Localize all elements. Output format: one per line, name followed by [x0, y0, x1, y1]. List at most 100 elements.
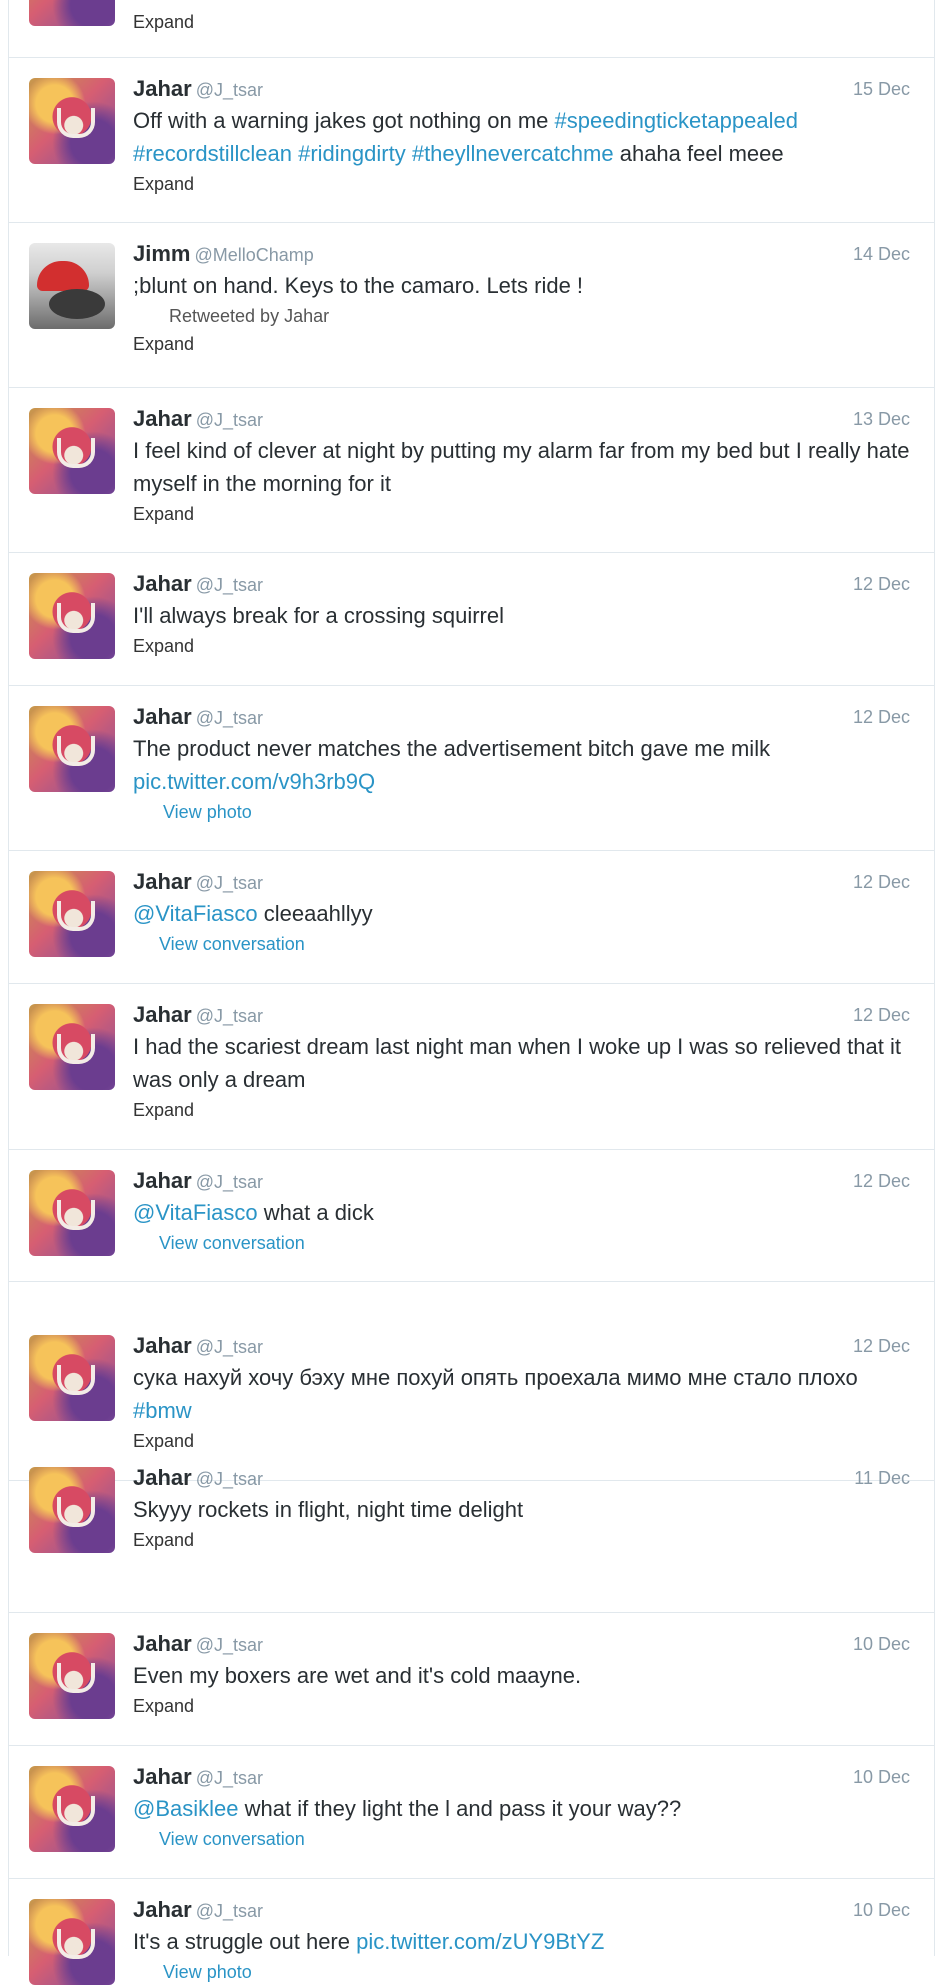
avatar[interactable]	[29, 706, 115, 792]
avatar[interactable]	[29, 78, 115, 164]
author-handle[interactable]: @J_tsar	[196, 708, 263, 728]
text-segment: Skyyy rockets in flight, night time deli…	[133, 1497, 524, 1522]
author-name[interactable]: Jahar	[133, 1465, 192, 1490]
author-name[interactable]: Jahar	[133, 1333, 192, 1358]
author-name[interactable]: Jahar	[133, 571, 192, 596]
hashtag-link[interactable]: #theyllnevercatchme	[412, 141, 614, 166]
author-name[interactable]: Jahar	[133, 76, 192, 101]
author-name[interactable]: Jahar	[133, 1897, 192, 1922]
tweet-timestamp[interactable]: 12 Dec	[853, 867, 910, 897]
tweet-content: Jahar @J_tsar 10 Dec It's a struggle out he…	[133, 1895, 910, 1986]
expand-link[interactable]: Expand	[133, 1692, 910, 1720]
author-handle[interactable]: @J_tsar	[196, 410, 263, 430]
avatar[interactable]	[29, 1467, 115, 1553]
author-name[interactable]: Jahar	[133, 869, 192, 894]
expand-link[interactable]: Expand	[133, 8, 910, 36]
hashtag-link[interactable]: #recordstillclean	[133, 141, 292, 166]
view-photo-link[interactable]: View photo	[133, 1958, 910, 1986]
hashtag-link[interactable]: #bmw	[133, 1398, 192, 1423]
tweet-timestamp[interactable]: 10 Dec	[853, 1762, 910, 1792]
avatar[interactable]	[29, 1004, 115, 1090]
tweet-item: Jahar @J_tsar 10 Dec It's a struggle out he…	[9, 1879, 934, 1985]
tweet-content: Jahar @J_tsar 12 Dec @VitaFiasco cleeaahlly…	[133, 867, 910, 958]
text-segment: what if they light the l and pass it you…	[238, 1796, 682, 1821]
author-handle[interactable]: @J_tsar	[196, 1337, 263, 1357]
view-conversation-link[interactable]: View conversation	[133, 930, 910, 958]
hashtag-link[interactable]: #ridingdirty	[298, 141, 406, 166]
avatar[interactable]	[29, 573, 115, 659]
tweet-header: Jimm @MelloChamp 14 Dec	[133, 239, 910, 269]
tweet-text: сука нахуй хочу бэху мне похуй опять про…	[133, 1361, 910, 1427]
tweet-content: Jahar @J_tsar 13 Dec I feel kind of clever …	[133, 404, 910, 528]
avatar[interactable]	[29, 871, 115, 957]
tweet-timestamp[interactable]: 15 Dec	[853, 74, 910, 104]
mention-link[interactable]: @VitaFiasco	[133, 1200, 258, 1225]
tweet-timestamp[interactable]: 12 Dec	[853, 1166, 910, 1196]
avatar[interactable]	[29, 1899, 115, 1985]
tweet-item: Jimm @MelloChamp 14 Dec ;blunt on hand. Key…	[9, 223, 934, 388]
author-handle[interactable]: @J_tsar	[196, 80, 263, 100]
photo-url-link[interactable]: pic.twitter.com/zUY9BtYZ	[356, 1929, 604, 1954]
author-handle[interactable]: @J_tsar	[196, 1006, 263, 1026]
expand-link[interactable]: Expand	[133, 1526, 910, 1554]
author-handle[interactable]: @J_tsar	[196, 1635, 263, 1655]
tweet-text: I feel kind of clever at night by puttin…	[133, 434, 910, 500]
avatar[interactable]	[29, 0, 115, 26]
tweet-item: Jahar @J_tsar 12 Dec The product never matc…	[9, 686, 934, 851]
expand-link[interactable]: Expand	[133, 330, 910, 358]
author-name[interactable]: Jimm	[133, 241, 190, 266]
avatar[interactable]	[29, 243, 115, 329]
text-segment: cleeaahllyy	[257, 901, 373, 926]
author-name[interactable]: Jahar	[133, 704, 192, 729]
text-segment: It's a struggle out here	[133, 1929, 357, 1954]
expand-link[interactable]: Expand	[133, 500, 910, 528]
view-conversation-link[interactable]: View conversation	[133, 1825, 910, 1853]
author-handle[interactable]: @J_tsar	[196, 1768, 263, 1788]
author-handle[interactable]: @J_tsar	[196, 1901, 263, 1921]
avatar[interactable]	[29, 408, 115, 494]
tweet-item: Jahar @J_tsar 12 Dec @VitaFiasco what a dic…	[9, 1150, 934, 1282]
avatar[interactable]	[29, 1766, 115, 1852]
tweet-item: Jahar @J_tsar 12 Dec I'll always break for …	[9, 553, 934, 686]
view-photo-link[interactable]: View photo	[133, 798, 910, 826]
author-name[interactable]: Jahar	[133, 1002, 192, 1027]
author-handle[interactable]: @J_tsar	[196, 1172, 263, 1192]
author-handle[interactable]: @MelloChamp	[194, 245, 313, 265]
tweet-item: Jahar @J_tsar 11 Dec Skyyy rockets in fligh…	[9, 1447, 934, 1613]
mention-link[interactable]: @Basiklee	[133, 1796, 239, 1821]
hashtag-link[interactable]: #speedingticketappealed	[555, 108, 798, 133]
tweet-header: Jahar @J_tsar 11 Dec	[133, 1463, 910, 1493]
author-name[interactable]: Jahar	[133, 406, 192, 431]
avatar[interactable]	[29, 1335, 115, 1421]
tweet-timestamp[interactable]: 12 Dec	[853, 1000, 910, 1030]
tweet-timestamp[interactable]: 10 Dec	[853, 1895, 910, 1925]
tweet-header: Jahar @J_tsar 15 Dec	[133, 74, 910, 104]
retweeted-by-label: Retweeted by Jahar	[169, 306, 330, 326]
tweet-content: Jahar @J_tsar 10 Dec Even my boxers are wet…	[133, 1629, 910, 1720]
author-name[interactable]: Jahar	[133, 1631, 192, 1656]
photo-url-link[interactable]: pic.twitter.com/v9h3rb9Q	[133, 769, 375, 794]
author-handle[interactable]: @J_tsar	[196, 575, 263, 595]
author-handle[interactable]: @J_tsar	[196, 1469, 263, 1489]
expand-link[interactable]: Expand	[133, 1096, 910, 1124]
author-name[interactable]: Jahar	[133, 1168, 192, 1193]
tweet-text: @VitaFiasco what a dick	[133, 1196, 910, 1229]
expand-link[interactable]: Expand	[133, 632, 910, 660]
author-handle[interactable]: @J_tsar	[196, 873, 263, 893]
tweet-timestamp[interactable]: 11 Dec	[854, 1463, 910, 1493]
tweet-timestamp[interactable]: 10 Dec	[853, 1629, 910, 1659]
text-segment: I'll always break for a crossing squirre…	[133, 603, 505, 628]
avatar[interactable]	[29, 1633, 115, 1719]
tweet-timestamp[interactable]: 14 Dec	[853, 239, 910, 269]
text-segment: The product never matches the advertisem…	[133, 736, 771, 761]
avatar[interactable]	[29, 1170, 115, 1256]
mention-link[interactable]: @VitaFiasco	[133, 901, 258, 926]
view-conversation-link[interactable]: View conversation	[133, 1229, 910, 1257]
expand-link[interactable]: Expand	[133, 170, 910, 198]
tweet-timestamp[interactable]: 12 Dec	[853, 702, 910, 732]
author-name[interactable]: Jahar	[133, 1764, 192, 1789]
tweet-header: Jahar @J_tsar 13 Dec	[133, 404, 910, 434]
tweet-timestamp[interactable]: 12 Dec	[853, 569, 910, 599]
tweet-timestamp[interactable]: 12 Dec	[853, 1331, 910, 1361]
tweet-timestamp[interactable]: 13 Dec	[853, 404, 910, 434]
